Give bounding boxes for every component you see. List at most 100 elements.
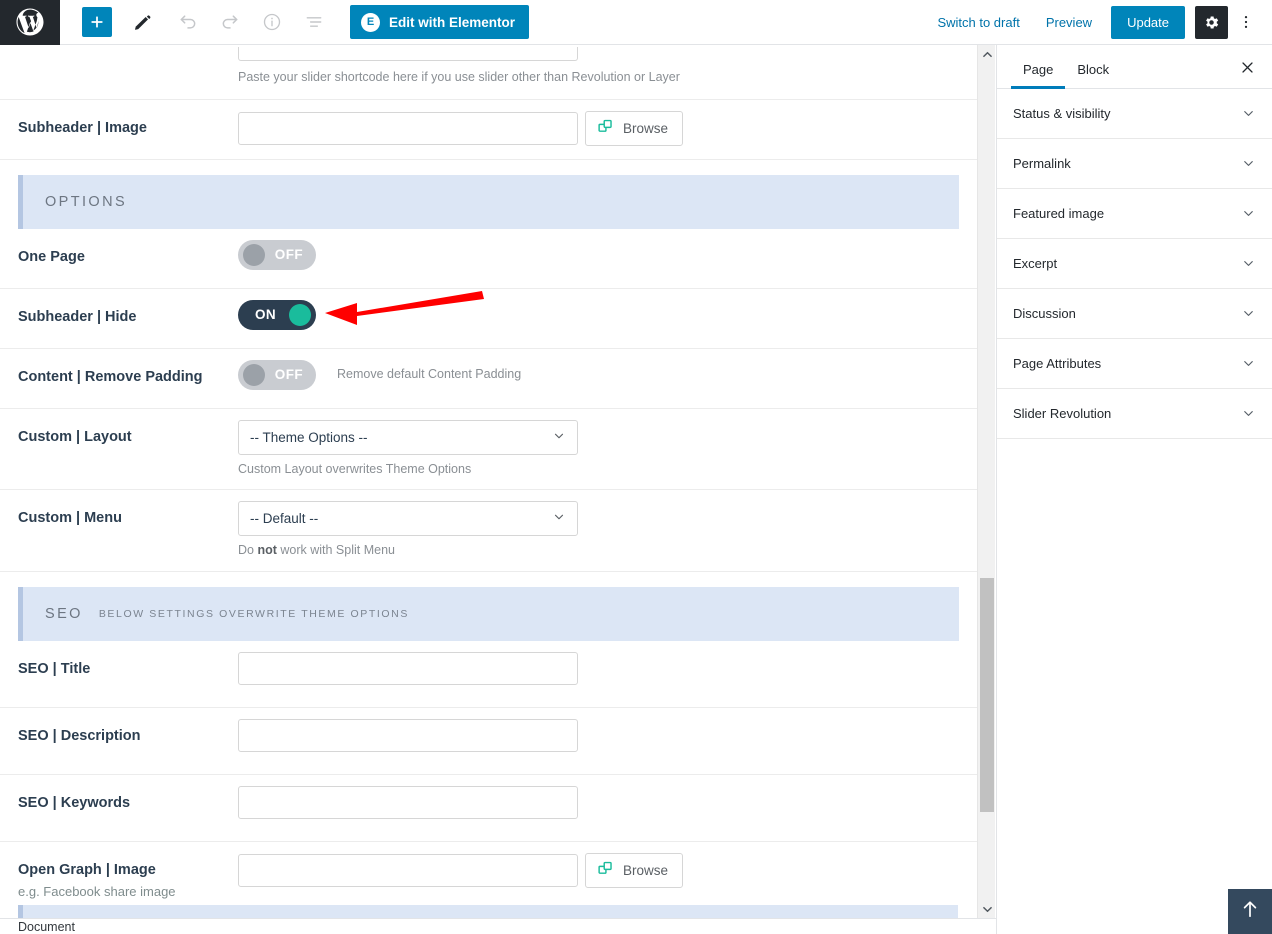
sidebar-panel-label: Discussion xyxy=(1013,306,1076,321)
subheader-image-input[interactable] xyxy=(238,111,578,145)
breadcrumb[interactable]: Document xyxy=(18,920,75,934)
info-icon[interactable] xyxy=(254,5,290,39)
content-remove-padding-help: Remove default Content Padding xyxy=(337,366,522,381)
more-vertical-icon[interactable] xyxy=(1230,6,1262,39)
sidebar-panel-status-visibility[interactable]: Status & visibility xyxy=(997,89,1272,139)
row-slider-shortcode: Paste your slider shortcode here if you … xyxy=(0,45,977,100)
seo-title-input[interactable] xyxy=(238,651,578,685)
field-content-remove-padding: OFF Remove default Content Padding xyxy=(238,349,959,401)
content-remove-padding-toggle-state: OFF xyxy=(274,367,303,382)
slider-shortcode-help: Paste your slider shortcode here if you … xyxy=(238,70,680,84)
content-remove-padding-toggle[interactable]: OFF xyxy=(238,359,316,390)
label-custom-menu: Custom | Menu xyxy=(18,510,122,526)
scroll-to-top-button[interactable] xyxy=(1228,889,1272,934)
field-custom-menu: -- Default -- Do not work with Split Men… xyxy=(238,490,959,571)
label-custom-layout: Custom | Layout xyxy=(18,428,132,445)
custom-menu-help-prefix: Do xyxy=(238,543,258,557)
browse-label: Browse xyxy=(623,120,669,136)
tab-page[interactable]: Page xyxy=(1011,62,1066,89)
custom-menu-value: -- Default -- xyxy=(250,511,319,526)
section-title-seo: SEO xyxy=(45,605,83,622)
wordpress-logo-icon[interactable] xyxy=(0,0,60,45)
scroll-down-icon[interactable] xyxy=(978,900,996,918)
open-graph-image-sublabel: e.g. Facebook share image xyxy=(18,883,176,899)
preview-link[interactable]: Preview xyxy=(1033,15,1105,30)
subheader-image-browse-button[interactable]: Browse xyxy=(585,110,684,146)
seo-description-input[interactable] xyxy=(238,718,578,752)
row-open-graph-image: Open Graph | Image e.g. Facebook share i… xyxy=(0,842,977,912)
open-graph-image-input[interactable] xyxy=(238,853,578,887)
scroll-up-icon[interactable] xyxy=(978,45,996,63)
field-subheader-hide: ON xyxy=(238,289,959,341)
open-graph-image-browse-button[interactable]: Browse xyxy=(585,852,684,888)
pencil-icon[interactable] xyxy=(124,5,160,39)
scrollbar-thumb[interactable] xyxy=(980,578,994,812)
subheader-hide-toggle[interactable]: ON xyxy=(238,299,316,330)
field-one-page: OFF xyxy=(238,229,959,281)
sidebar-panel-page-attributes[interactable]: Page Attributes xyxy=(997,339,1272,389)
sidebar-panel-label: Permalink xyxy=(1013,156,1071,171)
one-page-toggle[interactable]: OFF xyxy=(238,239,316,270)
sidebar-panel-label: Slider Revolution xyxy=(1013,406,1112,421)
tab-block[interactable]: Block xyxy=(1065,62,1121,88)
browse-media-icon xyxy=(597,118,614,138)
row-custom-layout: Custom | Layout -- Theme Options -- Cust… xyxy=(0,409,977,490)
field-open-graph-image: Browse xyxy=(238,842,959,899)
section-header-options: OPTIONS xyxy=(18,174,959,229)
custom-menu-help-suffix: work with Split Menu xyxy=(276,543,395,557)
field-subheader-image: Browse xyxy=(238,100,959,157)
open-graph-image-label-text: Open Graph | Image xyxy=(18,861,156,878)
custom-layout-help: Custom Layout overwrites Theme Options xyxy=(238,461,472,476)
subheader-hide-toggle-state: ON xyxy=(255,307,277,322)
redo-icon[interactable] xyxy=(212,5,248,39)
toolbar-right-group: Switch to draft Preview Update xyxy=(924,5,1272,39)
sidebar-panel-featured-image[interactable]: Featured image xyxy=(997,189,1272,239)
chevron-down-icon xyxy=(1241,306,1256,321)
browse-media-icon xyxy=(597,860,614,880)
custom-menu-help: Do not work with Split Menu xyxy=(238,542,959,560)
sidebar-panel-excerpt[interactable]: Excerpt xyxy=(997,239,1272,289)
sidebar-panel-label: Status & visibility xyxy=(1013,106,1111,121)
sidebar-panel-label: Excerpt xyxy=(1013,256,1058,271)
section-header-next-partial xyxy=(18,905,958,918)
content-scrollbar[interactable] xyxy=(977,45,995,918)
switch-to-draft-link[interactable]: Switch to draft xyxy=(924,15,1032,30)
slider-shortcode-input[interactable] xyxy=(238,47,578,61)
edit-with-elementor-button[interactable]: E Edit with Elementor xyxy=(350,5,530,39)
list-view-icon[interactable] xyxy=(296,5,332,39)
label-seo-title: SEO | Title xyxy=(18,660,91,677)
gear-icon[interactable] xyxy=(1195,5,1228,39)
chevron-down-icon xyxy=(1241,256,1256,271)
chevron-down-icon xyxy=(1241,156,1256,171)
seo-keywords-input[interactable] xyxy=(238,785,578,819)
custom-menu-select[interactable]: -- Default -- xyxy=(238,501,578,536)
sidebar-panel-label: Featured image xyxy=(1013,206,1105,221)
label-open-graph-image: Open Graph | Image e.g. Facebook share i… xyxy=(18,842,238,900)
close-icon[interactable] xyxy=(1234,54,1260,80)
label-content-remove-padding: Content | Remove Padding xyxy=(18,368,203,385)
editor-sidebar: Page Block Status & visibility Permalink… xyxy=(996,45,1272,934)
custom-layout-value: -- Theme Options -- xyxy=(250,429,368,445)
row-subheader-hide: Subheader | Hide ON xyxy=(0,289,977,349)
chevron-down-icon xyxy=(1241,106,1256,121)
chevron-down-icon xyxy=(1241,206,1256,221)
row-seo-title: SEO | Title xyxy=(0,641,977,708)
undo-icon[interactable] xyxy=(170,5,206,39)
field-seo-title xyxy=(238,641,959,696)
sidebar-panel-slider-revolution[interactable]: Slider Revolution xyxy=(997,389,1272,439)
toolbar-left-group: E Edit with Elementor xyxy=(60,5,530,39)
update-button[interactable]: Update xyxy=(1111,5,1185,39)
row-content-remove-padding: Content | Remove Padding OFF Remove defa… xyxy=(0,349,977,409)
add-block-button[interactable] xyxy=(82,7,112,37)
custom-layout-select[interactable]: -- Theme Options -- xyxy=(238,419,578,455)
section-subtitle-seo: BELOW SETTINGS OVERWRITE THEME OPTIONS xyxy=(98,607,409,620)
custom-menu-help-bold: not xyxy=(257,543,277,557)
sidebar-tabs: Page Block xyxy=(997,45,1272,89)
chevron-down-icon xyxy=(552,510,566,527)
label-seo-description: SEO | Description xyxy=(18,727,141,744)
field-seo-keywords xyxy=(238,775,959,830)
sidebar-panel-permalink[interactable]: Permalink xyxy=(997,139,1272,189)
label-subheader-image: Subheader | Image xyxy=(18,119,147,136)
slider-shortcode-field: Paste your slider shortcode here if you … xyxy=(238,45,959,99)
sidebar-panel-discussion[interactable]: Discussion xyxy=(997,289,1272,339)
